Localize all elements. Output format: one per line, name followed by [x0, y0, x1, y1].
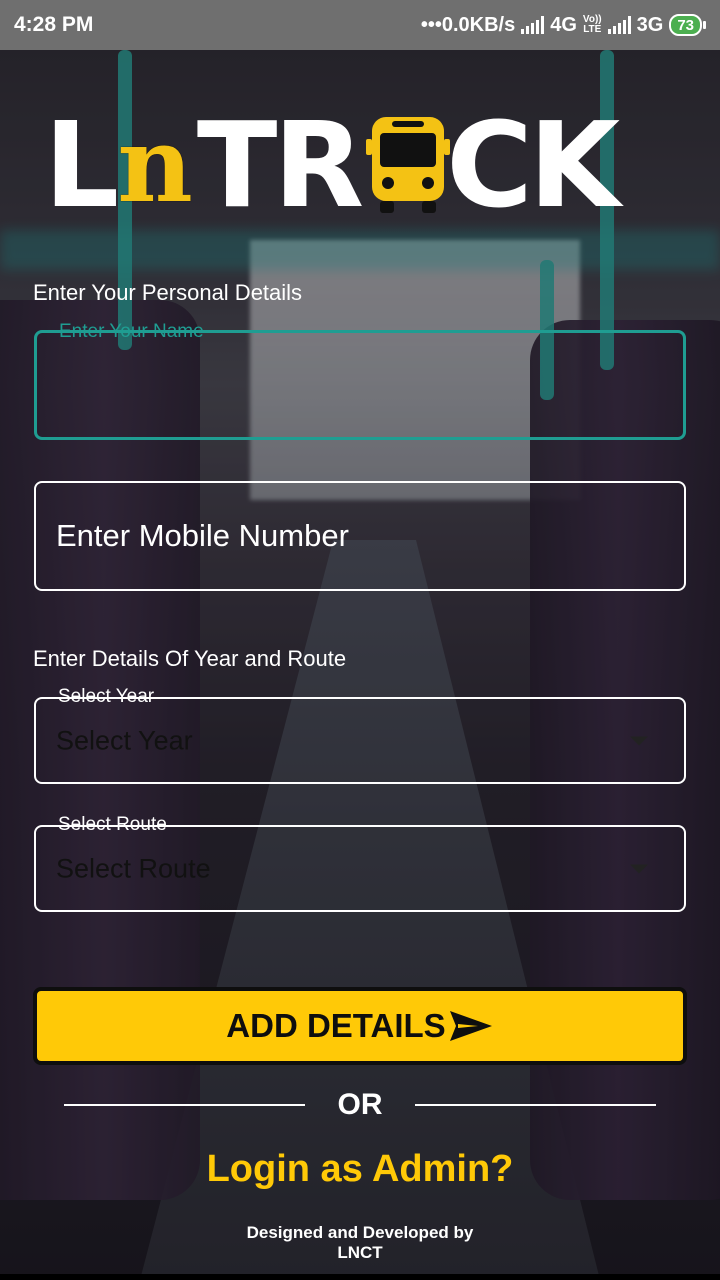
name-field[interactable]: Enter Your Name — [34, 321, 686, 440]
volte-icon: Vo)) LTE — [582, 14, 602, 35]
logo-letters-ck: CK — [446, 96, 620, 234]
signal-icon-2 — [607, 16, 631, 34]
status-bar: 4:28 PM •••0.0KB/s 4G Vo)) LTE 3G 73 — [0, 0, 720, 50]
year-select-value: Select Year — [56, 725, 193, 755]
bus-icon — [366, 117, 451, 213]
app-logo: L n TR CK — [44, 96, 676, 234]
route-select-value: Select Route — [56, 853, 211, 883]
add-details-button[interactable]: ADD DETAILS — [33, 987, 687, 1065]
logo-letter-l: L — [44, 96, 119, 234]
credit-line-1: Designed and Developed by — [246, 1223, 474, 1242]
chevron-down-icon — [630, 864, 648, 873]
or-divider: OR — [64, 1085, 656, 1125]
network-type-1: 4G — [550, 13, 577, 36]
battery-level: 73 — [669, 14, 702, 36]
logo-letters-tr: TR — [196, 96, 364, 234]
login-admin-link[interactable]: Login as Admin? — [0, 1148, 720, 1191]
battery-icon: 73 — [669, 14, 706, 36]
status-time: 4:28 PM — [14, 13, 94, 36]
network-type-2: 3G — [636, 13, 664, 36]
mobile-placeholder: Enter Mobile Number — [56, 518, 349, 553]
year-select-label: Select Year — [58, 686, 155, 707]
mobile-field[interactable]: Enter Mobile Number — [34, 481, 686, 591]
credits: Designed and Developed by LNCT — [0, 1223, 720, 1263]
credit-line-2: LNCT — [337, 1243, 383, 1262]
route-select[interactable]: Select Route Select Route — [34, 814, 686, 912]
personal-details-heading: Enter Your Personal Details — [33, 280, 303, 305]
year-route-heading: Enter Details Of Year and Route — [33, 646, 347, 671]
navigation-bar — [0, 1274, 720, 1280]
route-select-label: Select Route — [58, 814, 167, 835]
network-speed: •••0.0KB/s — [420, 13, 516, 36]
send-icon — [449, 1011, 492, 1041]
signal-icon — [521, 16, 545, 34]
name-field-label: Enter Your Name — [59, 321, 204, 342]
logo-letter-n: n — [117, 103, 193, 226]
year-select[interactable]: Select Year Select Year — [34, 686, 686, 784]
or-text: OR — [337, 1088, 383, 1121]
chevron-down-icon — [630, 736, 648, 745]
add-details-label: ADD DETAILS — [226, 1007, 446, 1044]
